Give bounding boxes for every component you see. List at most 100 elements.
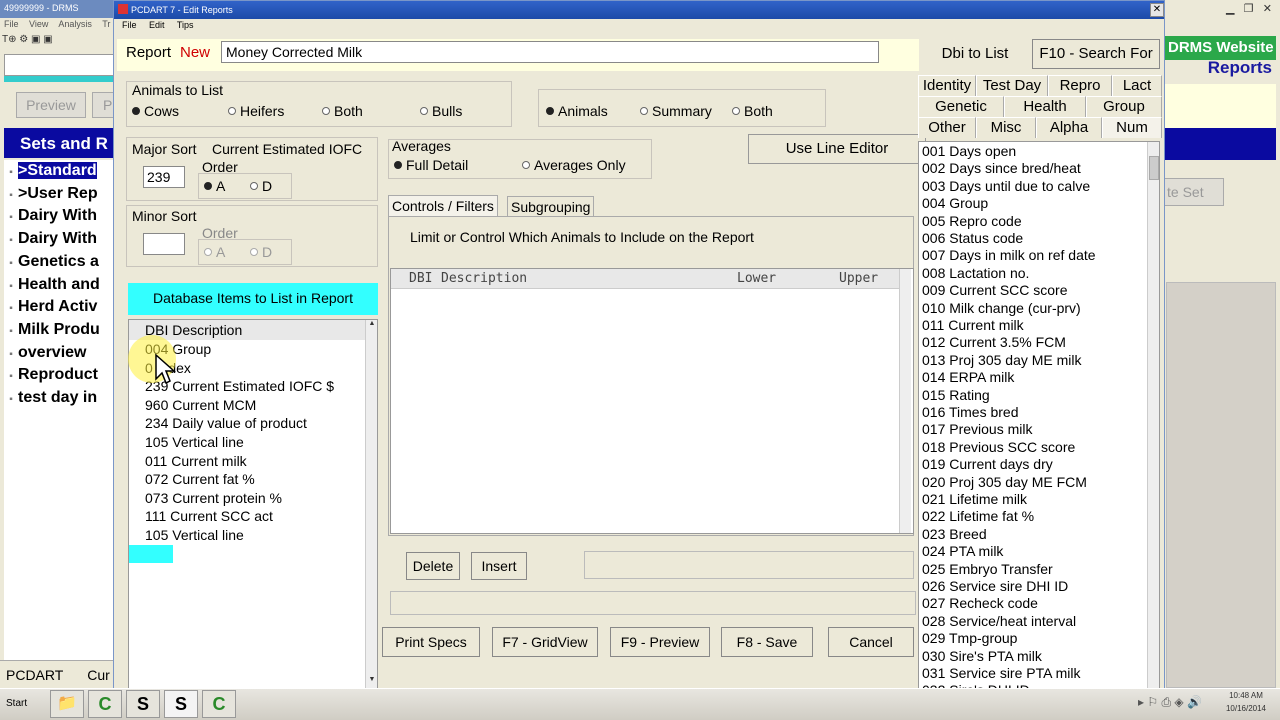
radio-both-list[interactable]: Both (732, 103, 773, 119)
clock[interactable]: 10:48 AM 10/16/2014 (1214, 689, 1278, 717)
restore-icon[interactable]: ❐ (1244, 3, 1254, 15)
folder-icon[interactable]: 📁 (50, 690, 84, 718)
database-items-new-row[interactable] (129, 545, 173, 563)
list-item[interactable]: 026 Service sire DHI ID (922, 578, 1068, 594)
list-item[interactable]: 021 Lifetime milk (922, 491, 1027, 507)
start-button[interactable]: Start (2, 692, 42, 716)
list-item[interactable]: 025 Embryo Transfer (922, 561, 1053, 577)
pcdart-second-icon[interactable]: C (202, 690, 236, 718)
list-item[interactable]: 018 Previous SCC score (922, 439, 1075, 455)
tree-item[interactable]: ▪ Genetics a (4, 253, 118, 275)
list-item[interactable]: 030 Sire's PTA milk (922, 648, 1042, 664)
background-window-controls[interactable]: ▁ ❐ ✕ (1226, 2, 1278, 18)
pcdart-icon[interactable]: C (88, 690, 122, 718)
list-item[interactable]: 019 Current days dry (922, 456, 1053, 472)
print-specs-button[interactable]: Print Specs (382, 627, 480, 657)
list-item[interactable]: 007 Days in milk on ref date (922, 247, 1096, 263)
list-item[interactable]: 022 Lifetime fat % (922, 508, 1034, 524)
menu-tr[interactable]: Tr (102, 19, 110, 29)
menu-analysis[interactable]: Analysis (58, 19, 92, 29)
drms-website-button[interactable]: DRMS Website (1162, 36, 1276, 60)
f9-preview-button[interactable]: F9 - Preview (610, 627, 710, 657)
tab-misc[interactable]: Misc (976, 117, 1036, 138)
menu-file[interactable]: File (4, 19, 19, 29)
list-item[interactable]: 014 ERPA milk (922, 369, 1014, 385)
minor-order-a[interactable]: A (204, 244, 225, 260)
list-item[interactable]: 013 Proj 305 day ME milk (922, 352, 1082, 368)
list-item[interactable]: 031 Service sire PTA milk (922, 665, 1080, 681)
list-item[interactable]: 073 Current protein % (145, 490, 282, 506)
list-item[interactable]: 003 Days until due to calve (922, 178, 1090, 194)
list-item[interactable]: 234 Daily value of product (145, 415, 307, 431)
radio-bulls[interactable]: Bulls (420, 103, 462, 119)
list-item[interactable]: 008 Lactation no. (922, 265, 1029, 281)
radio-summary[interactable]: Summary (640, 103, 712, 119)
menu-tips[interactable]: Tips (177, 20, 194, 30)
background-set-button[interactable]: te Set (1162, 178, 1224, 206)
menu-file[interactable]: File (122, 20, 137, 30)
list-item[interactable]: 017 Previous milk (922, 421, 1033, 437)
delete-button[interactable]: Delete (406, 552, 460, 580)
list-item[interactable]: 072 Current fat % (145, 471, 255, 487)
minor-order-d[interactable]: D (250, 244, 272, 260)
major-sort-input[interactable]: 239 (143, 166, 185, 188)
list-item[interactable]: 027 Recheck code (922, 595, 1038, 611)
dbi-list[interactable]: 001 Days open 002 Days since bred/heat 003… (918, 141, 1160, 689)
list-item[interactable]: 105 Vertical line (145, 527, 244, 543)
radio-heifers[interactable]: Heifers (228, 103, 284, 119)
list-item[interactable]: 012 Current 3.5% FCM (922, 334, 1066, 350)
system-tray-icons[interactable]: ▸ ⚐ ⎙ ◈ 🔊 (1138, 690, 1216, 716)
tab-identity[interactable]: Identity (918, 75, 976, 96)
list-item[interactable]: 111 Current SCC act (145, 508, 273, 524)
background-preview-button[interactable]: Preview (16, 92, 86, 118)
filter-grid[interactable]: DBI Description Lower Upper (390, 268, 914, 534)
list-item[interactable]: 009 Current SCC score (922, 282, 1068, 298)
tab-health[interactable]: Health (1004, 96, 1086, 117)
tab-alpha[interactable]: Alpha (1036, 117, 1102, 138)
radio-averages-only[interactable]: Averages Only (522, 157, 626, 173)
tab-num[interactable]: Num (1102, 117, 1162, 138)
tree-item[interactable]: ▪ Dairy With (4, 207, 118, 229)
f8-save-button[interactable]: F8 - Save (721, 627, 813, 657)
tree-item[interactable]: ▪ Reproduct (4, 366, 118, 388)
app-s-icon[interactable]: S (126, 690, 160, 718)
list-item[interactable]: 016 Times bred (922, 404, 1019, 420)
database-items-scrollbar[interactable]: ▲ ▼ (365, 320, 377, 688)
background-input[interactable] (4, 54, 114, 76)
scroll-up-icon[interactable]: ▲ (366, 320, 377, 332)
tab-group[interactable]: Group (1086, 96, 1162, 117)
dbi-list-scrollbar[interactable] (1147, 142, 1159, 688)
tree-item[interactable]: ▪ >Standard (4, 162, 118, 184)
radio-both-animals[interactable]: Both (322, 103, 363, 119)
tab-lact[interactable]: Lact (1112, 75, 1162, 96)
f10-search-button[interactable]: F10 - Search For (1032, 39, 1160, 69)
list-item[interactable]: 001 Days open (922, 143, 1016, 159)
list-item[interactable]: 004 Group (922, 195, 988, 211)
background-toolbar-icons[interactable]: T⊕ ⚙ ▣ ▣ (2, 34, 116, 52)
list-item[interactable]: 006 Status code (922, 230, 1023, 246)
radio-cows[interactable]: Cows (132, 103, 179, 119)
f7-gridview-button[interactable]: F7 - GridView (492, 627, 598, 657)
minor-sort-input[interactable] (143, 233, 185, 255)
scroll-down-icon[interactable]: ▼ (366, 676, 377, 688)
close-icon[interactable]: ✕ (1150, 3, 1164, 17)
list-item[interactable]: 028 Service/heat interval (922, 613, 1076, 629)
radio-animals[interactable]: Animals (546, 103, 608, 119)
list-item[interactable]: 011 Current milk (922, 317, 1024, 333)
list-item[interactable]: 023 Breed (922, 526, 987, 542)
tab-test-day[interactable]: Test Day (976, 75, 1048, 96)
list-item[interactable]: 002 Days since bred/heat (922, 160, 1081, 176)
list-item[interactable]: 105 Vertical line (145, 434, 244, 450)
tab-controls-filters[interactable]: Controls / Filters (388, 195, 498, 217)
list-item[interactable]: 005 Repro code (922, 213, 1022, 229)
insert-button[interactable]: Insert (471, 552, 527, 580)
filter-grid-scrollbar[interactable] (899, 269, 911, 533)
menu-edit[interactable]: Edit (149, 20, 165, 30)
major-order-d[interactable]: D (250, 178, 272, 194)
radio-full-detail[interactable]: Full Detail (394, 157, 468, 173)
list-item[interactable]: 029 Tmp-group (922, 630, 1017, 646)
list-item[interactable]: 024 PTA milk (922, 543, 1003, 559)
use-line-editor-button[interactable]: Use Line Editor (748, 134, 926, 164)
cancel-button[interactable]: Cancel (828, 627, 914, 657)
list-item[interactable]: 010 Milk change (cur-prv) (922, 300, 1081, 316)
